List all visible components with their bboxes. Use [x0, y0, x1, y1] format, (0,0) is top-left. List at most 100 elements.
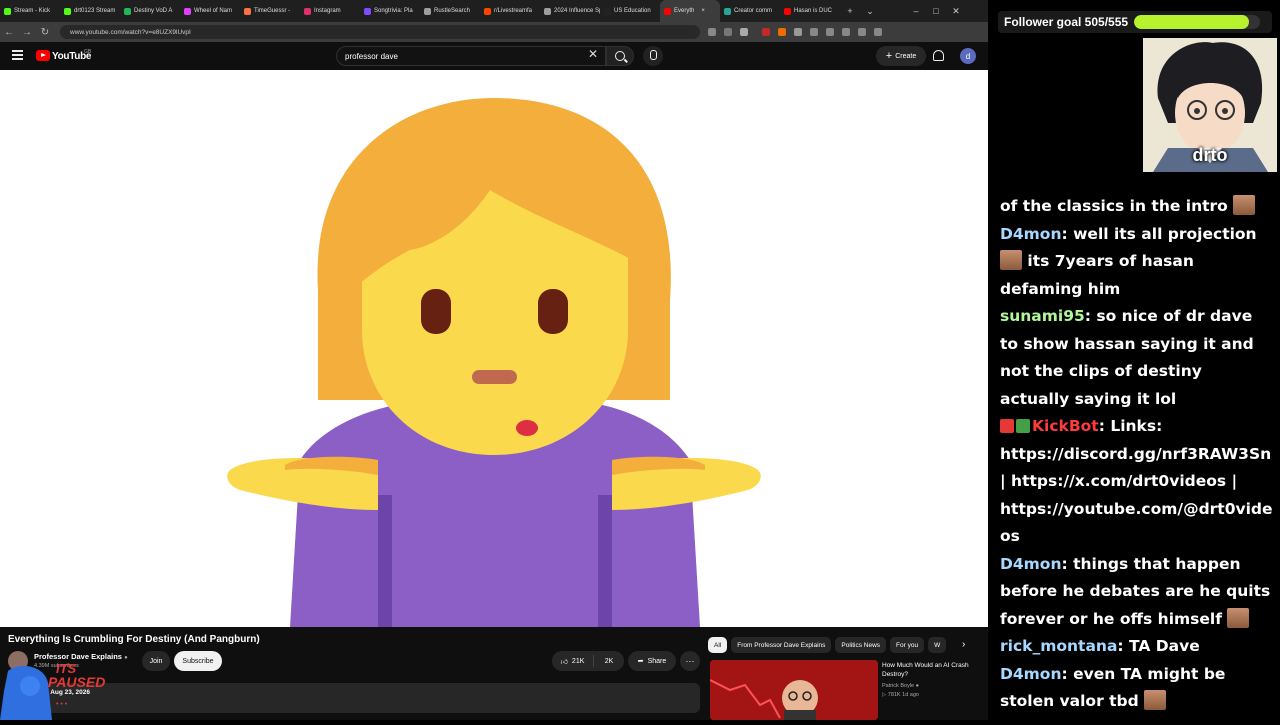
minimize-icon[interactable]: –	[906, 6, 926, 16]
follower-goal-label: Follower goal 505/555	[1004, 15, 1129, 29]
youtube-logo-icon[interactable]	[36, 50, 50, 61]
tab-favicon-icon	[64, 7, 71, 15]
chat-message: D4mon: even TA might be stolen valor tbd	[1000, 661, 1274, 716]
menu-icon[interactable]	[874, 28, 882, 36]
browser-tab[interactable]: RustleSearch	[420, 0, 480, 22]
tab-favicon-icon	[304, 7, 311, 15]
reload-icon[interactable]: ↻	[36, 27, 54, 38]
chat-username[interactable]: D4mon	[1000, 555, 1062, 573]
chat-username[interactable]: KickBot	[1032, 417, 1099, 435]
thumbs-up-icon: 👍︎	[560, 658, 568, 666]
forward-icon[interactable]: →	[18, 27, 36, 38]
browser-tab[interactable]: Songtrivia: Pla	[360, 0, 420, 22]
tab-label: Instagram	[314, 8, 341, 14]
extension-icon[interactable]	[778, 28, 786, 36]
browser-tab[interactable]: 2024 Influence Sp	[540, 0, 600, 22]
chat-emote-icon	[1000, 250, 1022, 270]
webcam-avatar: drto	[1143, 38, 1277, 172]
chat-separator: :	[1084, 307, 1097, 325]
tab-favicon-icon	[4, 7, 11, 15]
browser-tab[interactable]: Wheel of Nam	[180, 0, 240, 22]
tab-label: 2024 Influence Sp	[554, 8, 600, 14]
filter-chip[interactable]: For you	[890, 637, 925, 653]
chat-username[interactable]: rick_montana	[1000, 637, 1117, 655]
new-tab-button[interactable]: +	[840, 6, 860, 16]
browser-tab[interactable]: Hasan is DUC	[780, 0, 840, 22]
back-icon[interactable]: ←	[0, 27, 18, 38]
tab-label: Songtrivia: Pla	[374, 8, 413, 14]
browser-tab[interactable]: drt0123 Stream	[60, 0, 120, 22]
browser-tab[interactable]: TimeGuessr -	[240, 0, 300, 22]
close-window-icon[interactable]: ✕	[946, 6, 966, 17]
search-input[interactable]: professor dave	[336, 46, 606, 66]
maximize-icon[interactable]: □	[926, 6, 946, 16]
create-button[interactable]: + Create	[876, 46, 926, 66]
follower-goal: Follower goal 505/555	[998, 11, 1272, 33]
profile-icon[interactable]	[842, 28, 850, 36]
sidebar-icon[interactable]	[858, 28, 866, 36]
notifications-bell-icon[interactable]	[933, 50, 944, 61]
browser-tab-bar: Stream - Kick drt0123 Stream Destiny VoD A…	[0, 0, 988, 22]
chat-username[interactable]: D4mon	[1000, 665, 1062, 683]
chat-username[interactable]: sunami95	[1000, 307, 1085, 325]
more-actions-button[interactable]: ···	[680, 651, 700, 671]
tab-label: RustleSearch	[434, 8, 471, 14]
country-code: GB	[84, 49, 92, 55]
chat-emote-icon	[1227, 607, 1250, 628]
description-box[interactable]	[8, 683, 700, 713]
search-button[interactable]	[606, 46, 634, 66]
recommended-video-channel[interactable]: Patrick Boyle ●	[882, 683, 919, 689]
extensions-puzzle-icon[interactable]	[810, 28, 818, 36]
chat-username[interactable]: D4mon	[1000, 225, 1062, 243]
share-label: Share	[647, 657, 667, 665]
recommended-video-meta: ▷ 781K 1d ago	[882, 692, 919, 698]
channel-name[interactable]: Professor Dave Explains ●	[34, 652, 128, 661]
clear-search-icon[interactable]: ✕	[588, 47, 598, 61]
tab-label: Creator comm	[734, 8, 773, 14]
bookmark-star-icon[interactable]	[740, 28, 748, 36]
filter-chip[interactable]: From Professor Dave Explains	[731, 637, 832, 653]
filter-chip[interactable]: Politics News	[835, 637, 887, 653]
filter-chip[interactable]: All	[708, 637, 728, 653]
hamburger-menu-icon[interactable]	[12, 50, 23, 60]
chat-message: rick_montana: TA Dave	[1000, 633, 1274, 661]
tab-label: drt0123 Stream	[74, 8, 116, 14]
join-button[interactable]: Join	[142, 651, 170, 671]
browser-tab[interactable]: r/Livestreamfa	[480, 0, 540, 22]
filter-chip[interactable]: W	[928, 637, 947, 653]
paused-mascot-image	[0, 665, 52, 720]
extension-icon[interactable]	[794, 28, 802, 36]
like-button[interactable]: 👍︎ 21K	[552, 655, 594, 667]
chat-separator: :	[1061, 554, 1074, 573]
browser-tab[interactable]: Everyth ×	[660, 0, 720, 22]
chat-message: D4mon: things that happen before he deba…	[1000, 551, 1274, 634]
url-field[interactable]: www.youtube.com/watch?v=e8UZX9lUvpI	[60, 25, 700, 39]
recommended-video-title[interactable]: How Much Would an AI Crash Destroy?	[882, 661, 982, 679]
extension-icon[interactable]	[724, 28, 732, 36]
extension-icon[interactable]	[708, 28, 716, 36]
browser-tab[interactable]: Creator comm	[720, 0, 780, 22]
browser-tab[interactable]: Stream - Kick	[0, 0, 60, 22]
recommended-video-thumbnail[interactable]	[710, 660, 878, 720]
dislike-button[interactable]: 2K	[594, 658, 624, 665]
rocket-badge-icon	[1000, 419, 1014, 433]
browser-tab[interactable]: US Education	[600, 0, 660, 22]
create-label: Create	[895, 52, 917, 60]
chevron-right-icon[interactable]: ›	[962, 639, 965, 650]
follower-goal-bar	[1134, 15, 1261, 29]
subscribe-button[interactable]: Subscribe	[174, 651, 222, 671]
avatar[interactable]: d	[960, 48, 976, 64]
share-button[interactable]: ➦ Share	[628, 651, 676, 671]
extension-icon[interactable]	[762, 28, 770, 36]
video-player[interactable]	[0, 70, 988, 627]
chat-emote-icon	[1233, 195, 1256, 215]
close-tab-icon[interactable]: ×	[701, 8, 705, 14]
browser-tab[interactable]: Destiny VoD A	[120, 0, 180, 22]
tab-label: Stream - Kick	[14, 8, 51, 14]
tab-list-dropdown-icon[interactable]: ⌄	[860, 6, 880, 17]
recommendation-chips: All From Professor Dave Explains Politics …	[708, 637, 980, 655]
browser-tab[interactable]: Instagram	[300, 0, 360, 22]
download-icon[interactable]	[826, 28, 834, 36]
voice-search-icon[interactable]	[643, 46, 663, 66]
tab-favicon-icon	[724, 7, 731, 15]
